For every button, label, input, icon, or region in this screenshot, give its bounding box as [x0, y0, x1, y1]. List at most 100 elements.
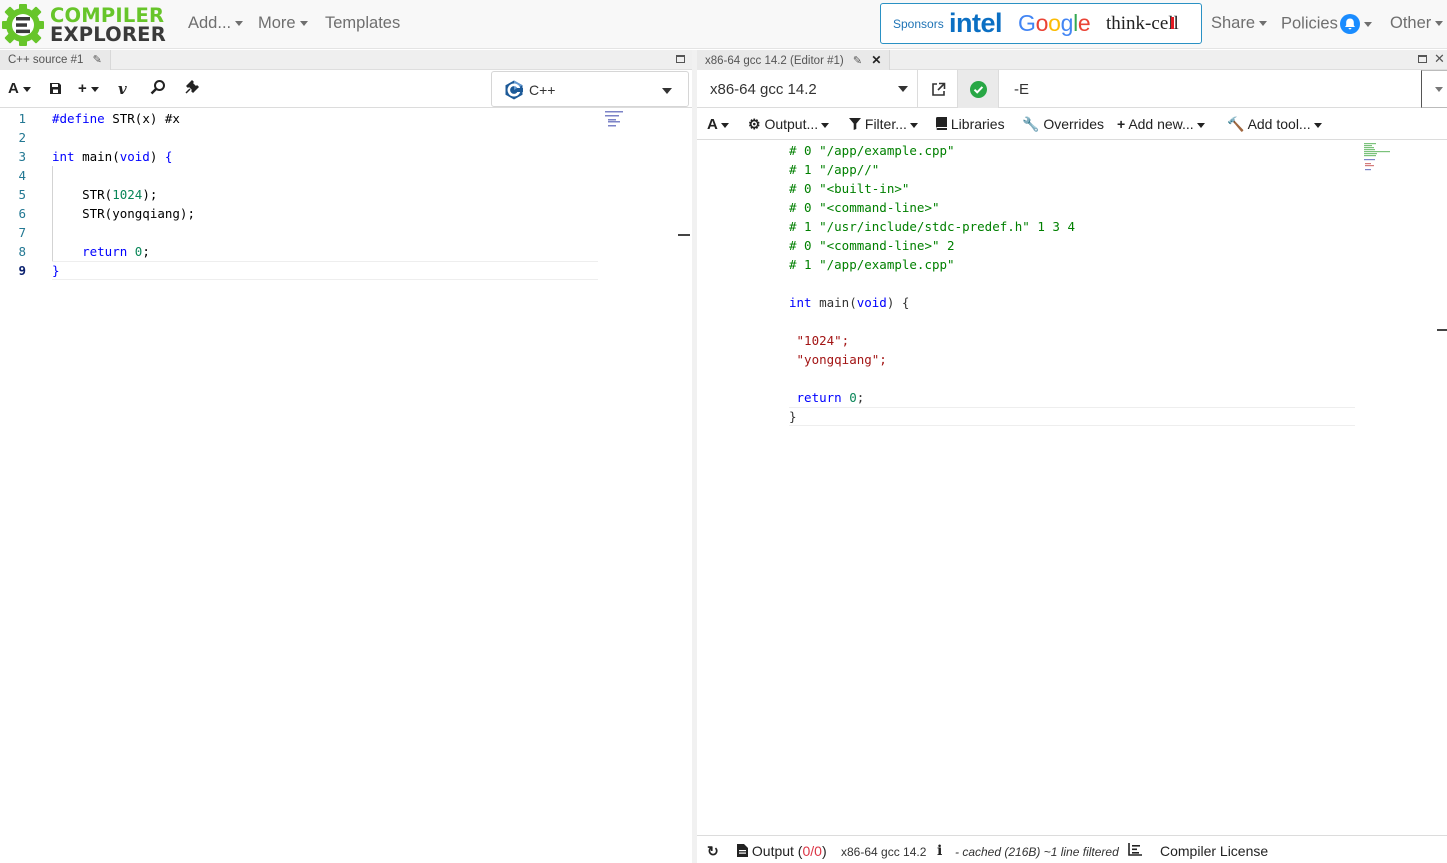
- code-line: 9}: [0, 261, 600, 280]
- output-line: int main(void) {: [789, 295, 910, 310]
- popout-button[interactable]: [918, 70, 958, 108]
- more-menu[interactable]: More: [258, 14, 308, 33]
- pencil-icon[interactable]: ✎: [853, 51, 862, 71]
- compiler-output-editor[interactable]: # 0 "/app/example.cpp" # 1 "/app//" # 0 …: [697, 141, 1447, 835]
- chevron-down-icon: [1363, 21, 1372, 27]
- overrides-button[interactable]: 🔧 Overrides: [1022, 116, 1104, 133]
- source-code-editor[interactable]: 1 #define STR(x) #x 2 3 int main(void) { 4…: [0, 109, 692, 863]
- gear-icon: ⚙: [748, 116, 761, 132]
- flags-dropdown-button[interactable]: [1421, 70, 1447, 108]
- output-menu[interactable]: ⚙ Output...: [748, 116, 830, 133]
- overview-ruler-cursor: [1437, 329, 1447, 331]
- policies-menu[interactable]: Policies: [1281, 14, 1372, 34]
- compile-status[interactable]: [958, 70, 999, 108]
- code-text: #define STR(x) #x: [52, 111, 180, 126]
- search-icon[interactable]: [150, 79, 166, 99]
- compiler-flags-input[interactable]: -E: [999, 70, 1423, 108]
- recompile-icon[interactable]: ↻: [707, 843, 719, 860]
- chevron-down-icon: [1435, 87, 1443, 92]
- chevron-down-icon: [235, 21, 244, 27]
- compiler-options-bar: A ⚙ Output... Filter... Libraries 🔧 Over…: [697, 108, 1447, 140]
- compiler-version-label: x86-64 gcc 14.2: [841, 845, 927, 859]
- output-line: # 1 "/app//": [789, 162, 880, 177]
- close-icon[interactable]: ✕: [871, 53, 881, 67]
- filter-menu[interactable]: Filter...: [849, 116, 918, 132]
- chevron-down-icon: [299, 21, 308, 27]
- filter-menu-label: Filter...: [864, 116, 907, 132]
- code-line: 4: [0, 166, 600, 185]
- code-line: 3 int main(void) {: [0, 147, 600, 166]
- share-menu[interactable]: Share: [1211, 14, 1268, 33]
- compiler-select[interactable]: x86-64 gcc 14.2: [697, 70, 918, 108]
- code-text: }: [52, 263, 60, 278]
- templates-link[interactable]: Templates: [325, 14, 400, 33]
- code-line: 2: [0, 128, 600, 147]
- source-minimap[interactable]: [605, 111, 625, 129]
- line-number: 6: [18, 206, 26, 221]
- info-icon[interactable]: i: [937, 843, 942, 859]
- chevron-down-icon: [898, 86, 908, 92]
- line-number: 1: [18, 111, 26, 126]
- sponsors-box[interactable]: Sponsors intel Google think-cell: [880, 3, 1202, 44]
- sponsor-intel[interactable]: intel: [949, 8, 1003, 39]
- output-line: # 0 "<command-line>": [789, 200, 940, 215]
- save-icon[interactable]: [49, 82, 62, 99]
- add-button[interactable]: +: [78, 80, 99, 97]
- add-menu[interactable]: Add...: [188, 14, 244, 33]
- overrides-label: Overrides: [1043, 116, 1105, 132]
- quick-bench-icon[interactable]: [184, 79, 200, 99]
- check-circle-icon: [970, 81, 987, 98]
- chart-bar-icon[interactable]: [1128, 843, 1142, 859]
- add-new-label: Add new...: [1128, 116, 1194, 132]
- font-size-button[interactable]: A: [8, 80, 31, 97]
- vim-mode-icon[interactable]: v: [118, 80, 127, 98]
- overview-ruler-cursor: [678, 234, 690, 236]
- compiler-name: x86-64 gcc 14.2: [710, 81, 817, 98]
- language-select[interactable]: C++: [491, 71, 689, 107]
- plus-icon: +: [1117, 116, 1126, 132]
- line-number: 4: [18, 168, 26, 183]
- output-toggle[interactable]: Output (0/0): [737, 843, 827, 859]
- add-tool-menu[interactable]: 🔨 Add tool...: [1227, 116, 1322, 133]
- output-minimap[interactable]: [1364, 143, 1394, 171]
- libraries-button[interactable]: Libraries: [936, 116, 1005, 132]
- chevron-down-icon: [1259, 21, 1268, 27]
- source-editor-pane: C++ source #1 ✎ A + v C++ 1 #define STR(…: [0, 50, 692, 863]
- maximize-icon[interactable]: [676, 55, 685, 63]
- font-size-button[interactable]: A: [707, 116, 729, 133]
- language-label: C++: [529, 82, 556, 98]
- filter-icon: [849, 118, 861, 130]
- add-menu-label: Add...: [188, 14, 232, 32]
- document-icon: [737, 844, 748, 857]
- sponsor-think-cell[interactable]: think-cell: [1106, 13, 1179, 35]
- other-menu-label: Other: [1390, 14, 1432, 32]
- pencil-icon[interactable]: ✎: [93, 50, 102, 70]
- compiler-tab-bar: x86-64 gcc 14.2 (Editor #1) ✎ ✕ ✕: [697, 50, 1447, 70]
- bell-icon: [1339, 14, 1360, 34]
- tab-compiler[interactable]: x86-64 gcc 14.2 (Editor #1) ✎ ✕: [697, 50, 891, 71]
- output-line: "1024";: [789, 333, 850, 348]
- compiler-flags-value: -E: [1014, 81, 1029, 98]
- line-number: 2: [18, 130, 26, 145]
- add-tool-label: Add tool...: [1247, 116, 1311, 132]
- more-menu-label: More: [258, 14, 296, 32]
- maximize-icon[interactable]: [1418, 55, 1427, 63]
- compiler-license-link[interactable]: Compiler License: [1160, 843, 1268, 859]
- output-count: 0/0: [802, 843, 822, 859]
- sponsors-label: Sponsors: [893, 17, 944, 31]
- output-line: # 1 "/app/example.cpp": [789, 257, 955, 272]
- output-close: ): [821, 843, 827, 859]
- code-line: 8 return 0;: [0, 242, 600, 261]
- source-toolbar: A + v C++: [0, 70, 692, 108]
- output-line: # 0 "/app/example.cpp": [789, 143, 955, 158]
- output-line: # 1 "/usr/include/stdc-predef.h" 1 3 4: [789, 219, 1075, 234]
- sponsor-google[interactable]: Google: [1018, 10, 1091, 37]
- cpp-logo-icon: [505, 80, 523, 100]
- tab-cpp-source[interactable]: C++ source #1 ✎: [0, 50, 111, 70]
- code-line: 7: [0, 223, 600, 242]
- external-link-icon: [932, 82, 946, 96]
- other-menu[interactable]: Other: [1390, 14, 1444, 33]
- add-new-menu[interactable]: + Add new...: [1117, 116, 1205, 132]
- close-icon[interactable]: ✕: [1434, 51, 1445, 67]
- compiler-explorer-logo[interactable]: COMPILER EXPLORER: [2, 3, 166, 47]
